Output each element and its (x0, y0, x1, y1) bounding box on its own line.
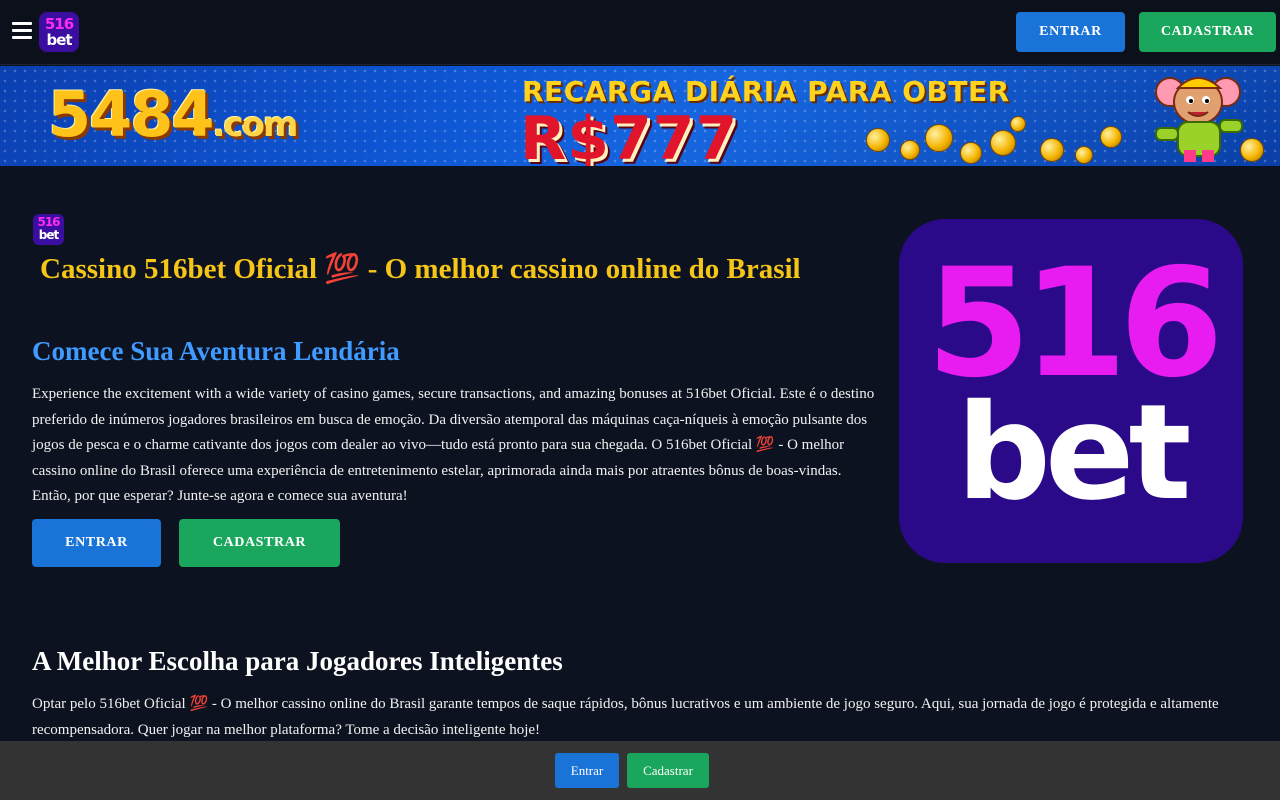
coin-icon (1010, 116, 1026, 132)
hamburger-menu-icon[interactable] (12, 22, 32, 40)
coin-icon (925, 124, 953, 152)
banner-amount: R$777 (520, 104, 739, 166)
coin-icon (866, 128, 890, 152)
sticky-bottom-bar: Entrar Cadastrar (0, 741, 1280, 800)
banner-domain-main: 5484 (48, 78, 215, 151)
hero-register-button[interactable]: CADASTRAR (179, 519, 340, 567)
brand-logo-large: 516 bet (899, 219, 1243, 563)
banner-domain: 5484.com (48, 78, 299, 151)
coin-icon (1100, 126, 1122, 148)
coin-icon (1040, 138, 1064, 162)
hero-login-button[interactable]: ENTRAR (32, 519, 161, 567)
content-logo: 516 bet (33, 214, 64, 245)
header-register-button[interactable]: CADASTRAR (1139, 12, 1276, 52)
section-paragraph: Optar pelo 516bet Oficial 💯 - O melhor c… (32, 696, 1219, 738)
site-logo[interactable]: 516 bet (39, 12, 79, 52)
coin-icon (900, 140, 920, 160)
banner-domain-suffix: .com (212, 105, 299, 145)
brand-logo-bottom-text: bet (956, 376, 1191, 530)
coin-icon (960, 142, 982, 164)
hero-subtitle: Comece Sua Aventura Lendária (32, 336, 400, 366)
coin-icon (1075, 146, 1093, 164)
header-login-button[interactable]: ENTRAR (1016, 12, 1125, 52)
content-logo-top-text: 516 (37, 215, 60, 229)
top-navbar: 516 bet ENTRAR CADASTRAR (0, 0, 1280, 65)
hero-paragraph: Experience the excitement with a wide va… (32, 386, 875, 504)
bottom-register-button[interactable]: Cadastrar (627, 753, 709, 788)
promo-banner[interactable]: 5484.com RECARGA DIÁRIA PARA OBTER R$777 (0, 66, 1280, 166)
section-heading: A Melhor Escolha para Jogadores Intelige… (32, 646, 563, 676)
mascot-icon (1155, 77, 1243, 162)
logo-bottom-text: bet (46, 31, 72, 49)
coin-icon (990, 130, 1016, 156)
content-logo-bottom-text: bet (38, 228, 59, 242)
bottom-login-button[interactable]: Entrar (555, 753, 619, 788)
page-title: Cassino 516bet Oficial 💯 - O melhor cass… (40, 253, 801, 285)
